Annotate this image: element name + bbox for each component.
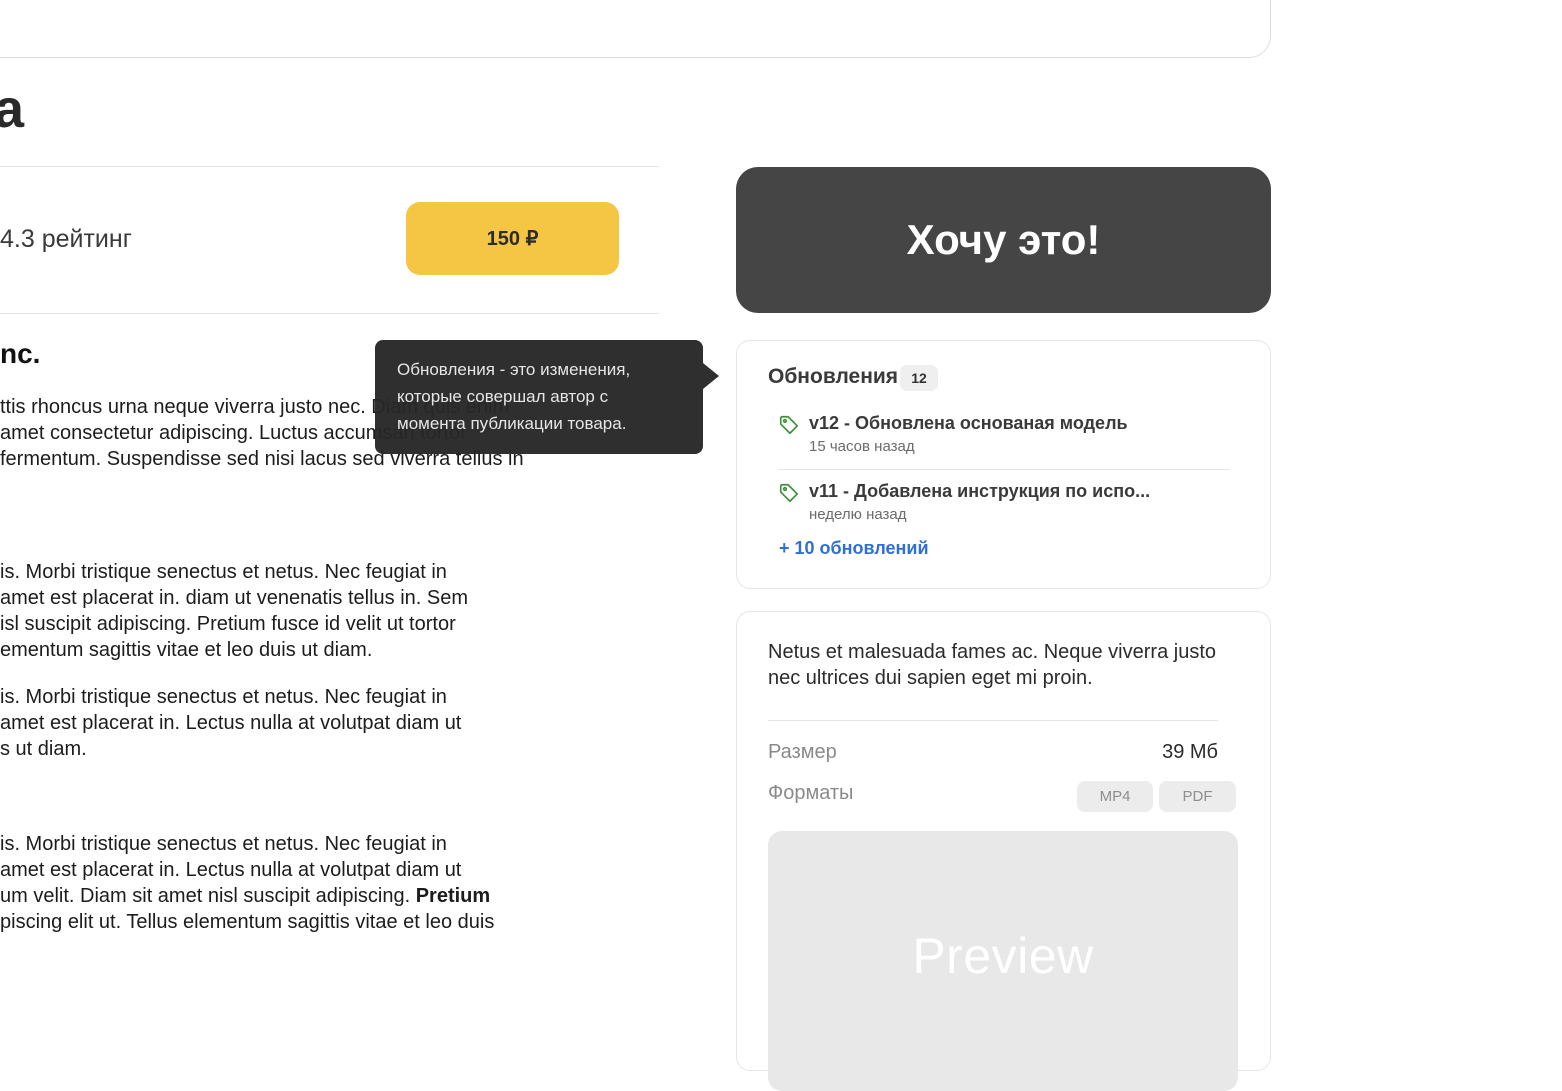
text-line: amet est placerat in. Lectus nulla at vo… (0, 859, 462, 881)
bold-text: Pretium (415, 885, 491, 907)
size-label: Размер (768, 741, 837, 763)
description-paragraph: is. Morbi tristique senectus et netus. N… (0, 831, 700, 935)
tooltip-arrow (703, 363, 719, 389)
updates-title: Обновления (768, 365, 899, 388)
want-it-button[interactable]: Хочу это! (736, 167, 1271, 313)
divider (0, 166, 659, 167)
format-chip-mp4: MP4 (1077, 781, 1153, 812)
formats-label: Форматы (768, 782, 854, 804)
divider (0, 313, 659, 314)
more-updates-link[interactable]: + 10 обновлений (779, 537, 929, 559)
text-line: isl suscipit adipiscing. Pretium fusce i… (0, 613, 456, 635)
updates-tooltip: Обновления - это изменения, которые сове… (375, 340, 703, 454)
text-line: is. Morbi tristique senectus et netus. N… (0, 561, 447, 583)
text-line: piscing elit ut. Tellus elementum sagitt… (0, 911, 495, 933)
text-line: is. Morbi tristique senectus et netus. N… (0, 833, 447, 855)
preview-image[interactable]: Preview (768, 831, 1238, 1091)
description-paragraph: is. Morbi tristique senectus et netus. N… (0, 684, 700, 762)
tooltip-line: Обновления - это изменения, (397, 360, 631, 379)
rating-text: 4.3 рейтинг (0, 225, 132, 253)
update-item-title[interactable]: v11 - Добавлена инструкция по испо... (809, 480, 1150, 502)
update-item-time: 15 часов назад (809, 438, 915, 455)
text-line: is. Morbi tristique senectus et netus. N… (0, 686, 447, 708)
seller-name: nc. (0, 338, 41, 369)
divider (768, 720, 1218, 721)
updates-count-badge: 12 (900, 365, 938, 391)
text-span: um velit. Diam sit amet nisl suscipit ad… (0, 885, 416, 907)
update-item-time: неделю назад (809, 506, 907, 523)
page-title: a (0, 79, 25, 139)
top-card (0, 0, 1271, 58)
preview-label: Preview (912, 928, 1094, 984)
divider (779, 469, 1229, 470)
tooltip-line: момента публикации товара. (397, 414, 627, 433)
price-button[interactable]: 150 ₽ (406, 202, 619, 275)
text-line: amet est placerat in. Lectus nulla at vo… (0, 712, 462, 734)
size-value: 39 Мб (1162, 741, 1218, 763)
product-short-description: Netus et malesuada fames ac. Neque viver… (768, 641, 1216, 689)
tag-icon (778, 414, 800, 441)
text-line: s ut diam. (0, 738, 87, 760)
text-line: amet est placerat in. diam ut venenatis … (0, 587, 469, 609)
tooltip-line: которые совершал автор с (397, 387, 609, 406)
tag-icon (778, 482, 800, 509)
text-line: um velit. Diam sit amet nisl suscipit ad… (0, 883, 700, 909)
text-line: ementum sagittis vitae et leo duis ut di… (0, 639, 373, 661)
format-chip-pdf: PDF (1159, 781, 1236, 812)
update-item-title[interactable]: v12 - Обновлена основаная модель (809, 412, 1128, 434)
description-paragraph: is. Morbi tristique senectus et netus. N… (0, 559, 700, 663)
